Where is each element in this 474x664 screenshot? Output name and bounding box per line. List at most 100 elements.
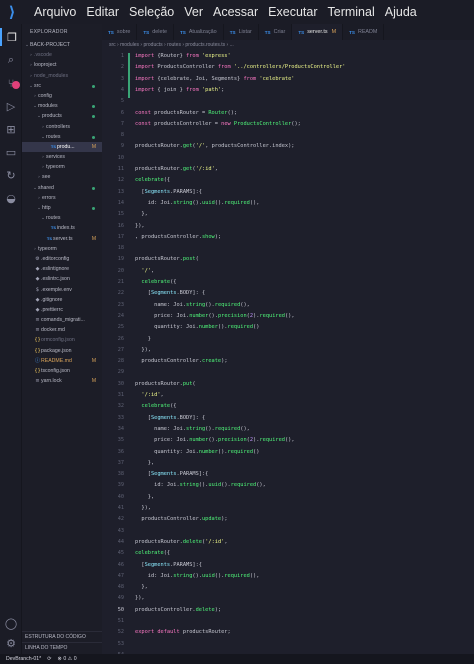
breadcrumb[interactable]: src › modules › products › routes › prod… [102, 40, 474, 50]
tree-item[interactable]: ⓘREADME.md M [22, 356, 102, 366]
code-line[interactable]: }), [135, 595, 145, 601]
code-line[interactable]: [Segments.BODY]: { [135, 290, 205, 296]
code-line[interactable]: quantity: Joi.number().required() [135, 449, 259, 455]
tree-item[interactable]: {}ormconfig.json [22, 335, 102, 345]
tab-criar[interactable]: TS Criar [259, 24, 293, 40]
code-line[interactable]: }, [135, 211, 147, 217]
code-editor[interactable]: 1 import {Router} from 'express' 2 import P… [102, 50, 474, 658]
remote-explorer-icon[interactable]: ▭ [0, 143, 22, 161]
menu-item-7[interactable]: Ajuda [385, 5, 417, 19]
tab-atualiza-o[interactable]: TS Atualização [174, 24, 224, 40]
tree-item[interactable]: ◆ .gitignore [22, 295, 102, 305]
code-line[interactable]: celebrate({ [135, 550, 170, 556]
tree-item[interactable]: › controllers [22, 122, 102, 132]
tab-server-ts[interactable]: TS server.ts M [292, 24, 344, 40]
code-line[interactable]: productsRouter.put( [135, 381, 196, 387]
account-icon[interactable]: ◯ [0, 614, 22, 632]
tree-item[interactable]: ⚙.editorconfig [22, 254, 102, 264]
code-line[interactable]: productsController.update); [135, 516, 231, 522]
code-line[interactable]: name: Joi.string().required(), [135, 426, 250, 432]
tree-item[interactable]: ⌄routes [22, 132, 102, 142]
problems-indicator[interactable]: ⊗ 0 ⚠ 0 [58, 656, 77, 662]
tree-item[interactable]: ≡comands_migrati... [22, 315, 102, 325]
code-line[interactable]: }), [135, 223, 145, 229]
code-line[interactable]: id: Joi.string().uuid().required(), [135, 200, 260, 206]
tree-item[interactable]: ⌄routes [22, 213, 102, 223]
extensions-icon[interactable]: ⊞ [0, 120, 22, 138]
tree-item[interactable]: TSindex.ts [22, 223, 102, 233]
menu-item-1[interactable]: Editar [86, 5, 119, 19]
tree-item[interactable]: › node_modules [22, 71, 102, 81]
code-line[interactable]: }), [135, 505, 151, 511]
search-icon[interactable]: ⌕ [0, 51, 22, 69]
tab-delete[interactable]: TS delete [137, 24, 174, 40]
code-line[interactable]: productsController.create); [135, 358, 231, 364]
code-line[interactable]: import {Router} from 'express' [135, 53, 231, 59]
code-line[interactable]: id: Joi.string().uuid().required(), [135, 482, 266, 488]
tree-item[interactable]: › see [22, 172, 102, 182]
code-line[interactable]: }, [135, 584, 147, 590]
code-line[interactable]: price: Joi.number().precision(2).require… [135, 313, 294, 319]
tree-item[interactable]: ⌄products [22, 111, 102, 121]
tab-readm[interactable]: TS READM [343, 24, 385, 40]
code-line[interactable]: name: Joi.string().required(), [135, 302, 250, 308]
menu-item-0[interactable]: Arquivo [34, 5, 76, 19]
sync-icon[interactable]: ⟳ [47, 656, 51, 662]
outline-section[interactable]: ESTRUTURA DO CÓDIGO [22, 631, 102, 642]
tab-listar[interactable]: TS Listar [224, 24, 259, 40]
tree-item[interactable]: ⌄modules [22, 101, 102, 111]
code-line[interactable]: id: Joi.string().uuid().required(), [135, 573, 260, 579]
code-line[interactable]: [Segments.PARAMS]:{ [135, 562, 202, 568]
menu-item-5[interactable]: Executar [268, 5, 317, 19]
code-line[interactable]: productsRouter.delete('/:id', [135, 539, 228, 545]
code-line[interactable]: [Segments.PARAMS]:{ [135, 471, 209, 477]
menu-item-2[interactable]: Seleção [129, 5, 174, 19]
tree-item[interactable]: ≡yarn.lock M [22, 376, 102, 386]
tree-item[interactable]: › config [22, 91, 102, 101]
tree-item[interactable]: ◆ .eslintignore [22, 264, 102, 274]
code-line[interactable]: productsRouter.get('/:id', [135, 166, 218, 172]
tree-item[interactable]: › typeorm [22, 244, 102, 254]
tree-item[interactable]: $ .exemple.env [22, 285, 102, 295]
code-line[interactable]: import { join } from 'path'; [135, 87, 224, 93]
branch-indicator[interactable]: DevBranch-01* [6, 656, 41, 662]
tree-item[interactable]: ⌄shared [22, 183, 102, 193]
tree-item[interactable]: ◆ .prettierrc [22, 305, 102, 315]
code-line[interactable]: import ProductsController from '../contr… [135, 64, 346, 70]
menu-item-6[interactable]: Terminal [328, 5, 375, 19]
menu-item-3[interactable]: Ver [184, 5, 203, 19]
tree-item[interactable]: TSprodu... M [22, 141, 102, 153]
code-line[interactable]: const productsController = new ProductsC… [135, 121, 301, 127]
code-line[interactable]: '/', [135, 268, 154, 274]
code-line[interactable]: celebrate({ [135, 279, 176, 285]
settings-gear-icon[interactable]: ⚙ [0, 634, 22, 652]
code-line[interactable]: price: Joi.number().precision(2).require… [135, 437, 294, 443]
code-line[interactable]: , productsController.show); [135, 234, 224, 240]
timeline-section[interactable]: LINHA DO TEMPO [22, 642, 102, 653]
code-line[interactable]: }, [135, 494, 154, 500]
code-line[interactable]: const productsRouter = Router(); [135, 110, 237, 116]
code-line[interactable]: celebrate({ [135, 403, 176, 409]
code-line[interactable]: }), [135, 347, 151, 353]
tree-item[interactable]: ◆ .eslintrc.json [22, 274, 102, 284]
docker-icon[interactable]: ◒ [0, 189, 22, 207]
code-line[interactable]: '/:id', [135, 392, 163, 398]
code-line[interactable]: [Segments.PARAMS]:{ [135, 189, 202, 195]
tree-item[interactable]: {}tsconfig.json [22, 366, 102, 376]
tree-item[interactable]: ≡docker.md [22, 325, 102, 335]
tree-item[interactable]: › services [22, 152, 102, 162]
code-line[interactable]: productsRouter.post( [135, 256, 199, 262]
run-debug-icon[interactable]: ▷ [0, 97, 22, 115]
tree-item[interactable]: TSserver.ts M [22, 234, 102, 244]
code-line[interactable]: import {celebrate, Joi, Segments} from '… [135, 76, 294, 82]
code-line[interactable]: }, [135, 460, 154, 466]
code-line[interactable]: export default productsRouter; [135, 629, 231, 635]
tree-item[interactable]: ⌄BACK-PROJECT [22, 40, 102, 50]
tree-item[interactable]: › looproject [22, 60, 102, 70]
tab-sobre[interactable]: TS sobre [102, 24, 138, 40]
menu-item-4[interactable]: Acessar [213, 5, 258, 19]
code-line[interactable]: productsRouter.get('/', productsControll… [135, 143, 295, 149]
code-line[interactable]: celebrate({ [135, 177, 170, 183]
tree-item[interactable]: › typeorm [22, 162, 102, 172]
code-line[interactable]: quantity: Joi.number().required() [135, 324, 259, 330]
